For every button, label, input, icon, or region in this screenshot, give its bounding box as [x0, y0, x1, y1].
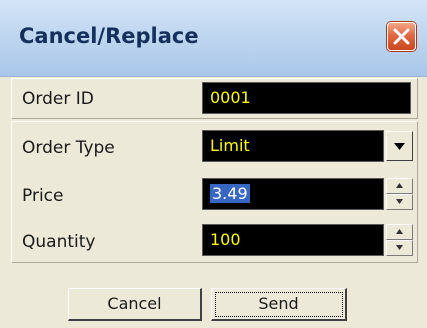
- title-bar: Cancel/Replace: [0, 0, 427, 77]
- window-title: Cancel/Replace: [19, 24, 199, 48]
- spin-down-icon: [396, 245, 403, 250]
- order-id-label: Order ID: [22, 89, 94, 109]
- order-type-dropdown-button[interactable]: [386, 131, 413, 161]
- order-type-select[interactable]: Limit: [202, 130, 384, 162]
- quantity-value: 100: [210, 230, 241, 249]
- price-spin-down-button[interactable]: [386, 194, 413, 210]
- order-type-label: Order Type: [22, 138, 115, 158]
- order-fields-panel: Order Type Limit Price 3.49 Quantity 100: [11, 121, 418, 263]
- price-label: Price: [22, 186, 64, 206]
- close-button[interactable]: [387, 22, 416, 51]
- order-id-field: 0001: [202, 82, 411, 114]
- spin-up-icon: [396, 229, 403, 234]
- price-input[interactable]: 3.49: [202, 178, 384, 210]
- order-id-panel: Order ID 0001: [11, 78, 418, 119]
- spin-up-icon: [396, 183, 403, 188]
- chevron-down-icon: [394, 143, 405, 150]
- order-type-value: Limit: [210, 136, 250, 155]
- quantity-spin-up-button[interactable]: [386, 224, 413, 240]
- send-button[interactable]: Send: [211, 288, 347, 321]
- price-spin-up-button[interactable]: [386, 178, 413, 194]
- spin-down-icon: [396, 199, 403, 204]
- cancel-button[interactable]: Cancel: [68, 288, 202, 321]
- quantity-label: Quantity: [22, 232, 96, 252]
- quantity-input[interactable]: 100: [202, 224, 384, 256]
- quantity-spinner[interactable]: [386, 224, 413, 256]
- price-spinner[interactable]: [386, 178, 413, 210]
- price-value: 3.49: [210, 184, 250, 203]
- quantity-spin-down-button[interactable]: [386, 240, 413, 256]
- close-icon: [393, 28, 410, 45]
- order-id-value: 0001: [210, 88, 251, 107]
